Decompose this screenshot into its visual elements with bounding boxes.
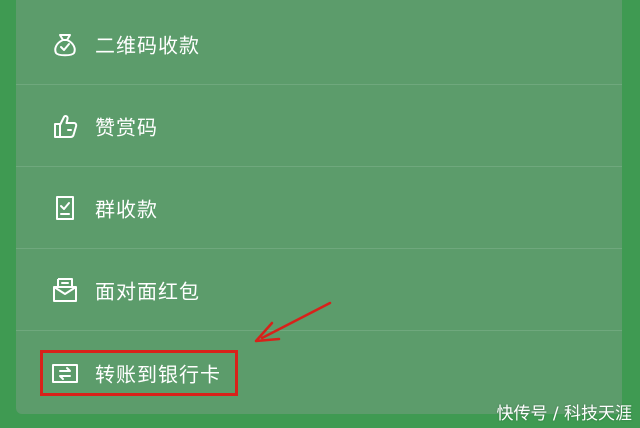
red-envelope-icon: [53, 278, 77, 302]
screen: 二维码收款 赞赏码 群收款 面对面红包 转账到银行卡 快传号 / 科技天涯: [0, 0, 640, 428]
menu-item-face-to-face-red-packet[interactable]: 面对面红包: [16, 249, 622, 331]
menu-item-label: 赞赏码: [95, 115, 158, 140]
annotation-highlight-box: [40, 350, 238, 396]
group-receipt-icon: [56, 196, 74, 220]
watermark-text: 快传号 / 科技天涯: [496, 404, 632, 424]
menu-item-qr-receive[interactable]: 二维码收款: [16, 3, 622, 85]
thumbs-up-icon: [54, 114, 78, 138]
divider: [16, 330, 622, 331]
menu-item-label: 群收款: [95, 197, 158, 222]
money-bag-icon: [54, 34, 76, 57]
menu-item-group-receipt[interactable]: 群收款: [16, 167, 622, 249]
menu-item-appreciation-code[interactable]: 赞赏码: [16, 85, 622, 167]
menu-item-label: 二维码收款: [95, 33, 200, 58]
menu-item-label: 面对面红包: [95, 279, 200, 304]
